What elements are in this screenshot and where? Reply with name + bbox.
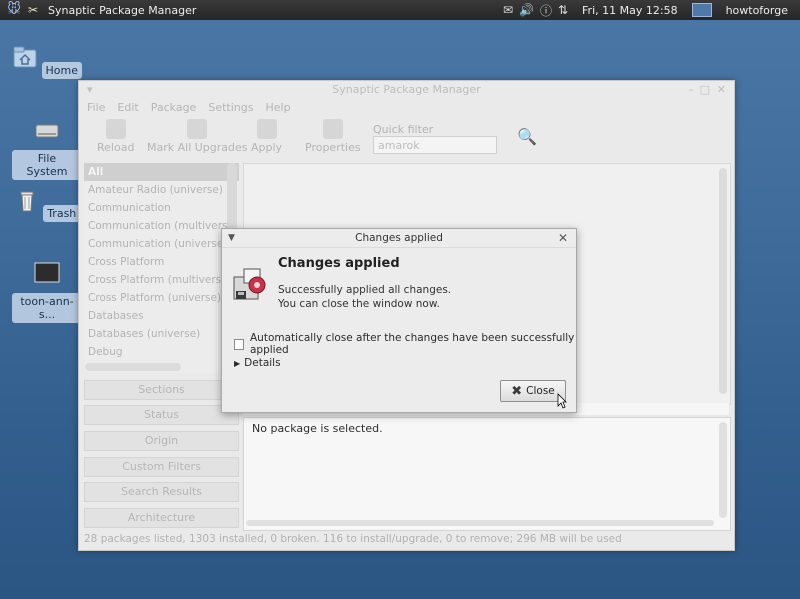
upgrade-icon [187, 119, 208, 139]
checkmark-icon [256, 119, 277, 139]
auto-close-option[interactable]: Automatically close after the changes ha… [234, 332, 576, 356]
category-item[interactable]: Amateur Radio (universe) [84, 181, 239, 199]
desktop-icon-trash[interactable]: Trash [12, 187, 82, 222]
status-button[interactable]: Status [84, 405, 239, 425]
description-vscrollbar[interactable] [719, 422, 727, 518]
desktop-icon-home[interactable]: Home [12, 44, 82, 79]
custom-filters-button[interactable]: Custom Filters [84, 457, 239, 477]
maximize-icon[interactable]: □ [700, 81, 710, 99]
mouse-pointer-icon [557, 393, 567, 409]
auto-close-checkbox[interactable] [234, 338, 244, 350]
menubar: File Edit Package Settings Help [79, 99, 734, 117]
desktop-icon-label: Trash [43, 205, 81, 222]
category-item[interactable]: Cross Platform (multiverse) [84, 271, 239, 289]
synaptic-window-icon: ✂ [28, 3, 39, 17]
changes-applied-dialog: ▼ Changes applied ✕ Changes applied Succ… [221, 228, 577, 413]
menu-settings[interactable]: Settings [208, 99, 253, 117]
mail-icon[interactable]: ✉ [503, 3, 513, 17]
category-item[interactable]: Communication (universe) [84, 235, 239, 253]
quick-filter-label: Quick filter [373, 123, 434, 136]
taskbar-window-title[interactable]: Synaptic Package Manager [48, 4, 196, 17]
desktop-icon-label: toon-ann-s... [12, 293, 82, 323]
category-item[interactable]: Communication [84, 199, 239, 217]
dialog-message-line2: You can close the window now. [278, 298, 440, 310]
desktop-icon-file[interactable]: toon-ann-s... [12, 260, 82, 323]
category-item[interactable]: All [84, 163, 239, 181]
details-label: Details [244, 357, 281, 369]
category-hscrollbar[interactable] [85, 363, 181, 371]
close-icon: ✖ [511, 383, 523, 399]
dialog-menu-icon[interactable]: ▼ [228, 229, 235, 247]
quick-filter-input[interactable] [373, 136, 497, 154]
desktop-icon-label: Home [41, 62, 82, 79]
category-vscrollbar[interactable] [227, 163, 237, 233]
volume-icon[interactable]: 🔊 [519, 3, 534, 17]
expander-arrow-icon: ▶ [234, 358, 241, 368]
package-install-icon [233, 268, 266, 300]
desktop-icon-filesystem[interactable]: File System [12, 117, 82, 180]
search-results-button[interactable]: Search Results [84, 482, 239, 502]
menu-edit[interactable]: Edit [117, 99, 138, 117]
architecture-button[interactable]: Architecture [84, 508, 239, 528]
properties-icon [322, 119, 343, 139]
search-icon[interactable]: 🔍 [517, 127, 537, 147]
top-panel: 🐭 ✂ Synaptic Package Manager ✉ 🔊 ⓘ ⇅ Fri… [0, 0, 800, 20]
description-text: No package is selected. [252, 422, 383, 435]
category-item[interactable]: Communication (multiverse) [84, 217, 239, 235]
system-tray: ✉ 🔊 ⓘ ⇅ [503, 2, 568, 19]
user-menu[interactable]: howtoforge [726, 4, 788, 17]
auto-close-label: Automatically close after the changes ha… [250, 332, 575, 356]
dialog-title: Changes applied [355, 232, 443, 244]
category-item[interactable]: Cross Platform (universe) [84, 289, 239, 307]
close-icon[interactable]: ✕ [717, 81, 726, 99]
harddrive-icon [35, 124, 59, 138]
category-list: All Amateur Radio (universe) Communicati… [84, 163, 239, 373]
window-titlebar[interactable]: ▾ Synaptic Package Manager – □ ✕ [79, 81, 734, 99]
network-icon[interactable]: ⇅ [558, 3, 568, 17]
description-hscrollbar[interactable] [246, 520, 714, 526]
dialog-message-line1: Successfully applied all changes. [278, 284, 452, 296]
minimize-icon[interactable]: – [689, 81, 695, 99]
category-item[interactable]: Databases [84, 307, 239, 325]
apply-label: Apply [251, 141, 283, 154]
mark-all-label: Mark All Upgrades [147, 141, 248, 154]
dialog-titlebar[interactable]: ▼ Changes applied ✕ [222, 229, 576, 248]
package-vscrollbar[interactable] [719, 168, 727, 394]
status-bar: 28 packages listed, 1303 installed, 0 br… [84, 533, 622, 545]
category-item[interactable]: Cross Platform [84, 253, 239, 271]
workspace-switcher[interactable] [691, 3, 712, 17]
properties-button[interactable]: Properties [305, 119, 361, 154]
menu-help[interactable]: Help [265, 99, 290, 117]
image-file-icon [34, 262, 60, 283]
reload-label: Reload [97, 141, 135, 154]
package-description: No package is selected. [243, 417, 731, 531]
menu-package[interactable]: Package [151, 99, 197, 117]
dialog-close-icon[interactable]: ✕ [558, 229, 568, 247]
clock[interactable]: Fri, 11 May 12:58 [582, 4, 678, 17]
apply-button[interactable]: Apply [251, 119, 282, 154]
home-folder-icon [13, 46, 37, 68]
menu-file[interactable]: File [87, 99, 105, 117]
category-item[interactable]: Debug [84, 343, 239, 361]
origin-button[interactable]: Origin [84, 431, 239, 451]
window-title: Synaptic Package Manager [332, 83, 481, 96]
reload-button[interactable]: Reload [97, 119, 134, 154]
reload-icon [105, 119, 126, 139]
trash-icon [20, 191, 34, 212]
dialog-heading: Changes applied [278, 256, 400, 271]
xfce-menu-icon[interactable]: 🐭 [6, 2, 22, 18]
mark-all-upgrades-button[interactable]: Mark All Upgrades [147, 119, 248, 154]
desktop-icon-label: File System [12, 150, 82, 180]
info-icon[interactable]: ⓘ [540, 2, 552, 19]
sections-button[interactable]: Sections [84, 380, 239, 400]
close-label: Close [526, 385, 555, 397]
window-menu-icon[interactable]: ▾ [87, 81, 93, 99]
category-item[interactable]: Databases (universe) [84, 325, 239, 343]
details-expander[interactable]: ▶ Details [234, 357, 281, 369]
properties-label: Properties [305, 141, 361, 154]
